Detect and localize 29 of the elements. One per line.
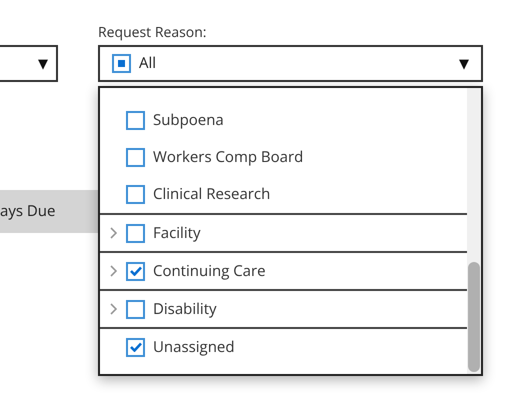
menu-item[interactable]: Subpoena <box>100 102 467 139</box>
checkbox[interactable] <box>126 148 145 167</box>
field-label: Request Reason: <box>98 22 208 44</box>
checkbox[interactable] <box>126 224 145 242</box>
menu-item[interactable]: Disability <box>100 289 467 327</box>
menu-item[interactable]: Unassigned <box>100 327 467 365</box>
select-field[interactable]: All ▼ <box>98 45 483 82</box>
menu-item[interactable]: Clinical Research <box>100 176 467 213</box>
checkmark-icon <box>130 342 142 352</box>
checkbox[interactable] <box>126 262 145 280</box>
scrollbar-thumb[interactable] <box>468 262 480 372</box>
dropdown-arrow: ▼ <box>459 54 469 74</box>
checkbox[interactable] <box>126 111 145 130</box>
checkbox[interactable] <box>126 338 145 356</box>
checkbox[interactable] <box>112 54 131 73</box>
checkmark-icon <box>130 266 142 276</box>
dropdown-field[interactable]: ▼ <box>0 45 58 82</box>
menu-item[interactable]: Workers Comp Board <box>100 139 467 176</box>
menu-item[interactable]: Facility <box>100 213 467 251</box>
select-value: All <box>139 52 156 75</box>
chevron-icon[interactable] <box>110 265 116 277</box>
checkbox[interactable] <box>126 185 145 204</box>
menu-item[interactable]: Continuing Care <box>100 251 467 289</box>
dropdown-arrow: ▼ <box>38 54 48 74</box>
checkbox[interactable] <box>126 300 145 318</box>
square-icon <box>118 60 125 67</box>
chevron-icon[interactable] <box>110 303 116 315</box>
column-header: ays Due <box>0 190 98 233</box>
chevron-icon[interactable] <box>110 227 116 239</box>
